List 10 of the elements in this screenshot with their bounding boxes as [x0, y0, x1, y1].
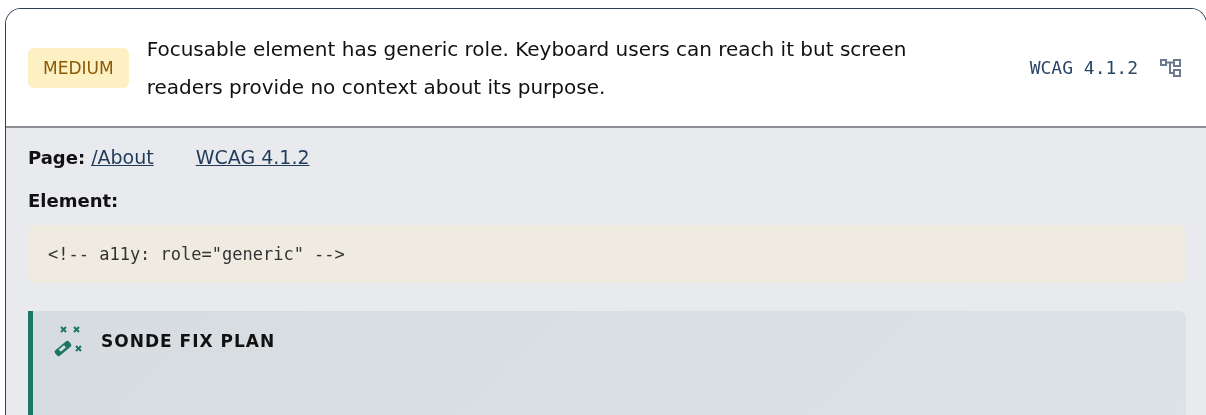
hierarchy-icon[interactable]: [1160, 56, 1182, 79]
criterion-link[interactable]: WCAG 4.1.2: [195, 146, 310, 168]
page-link[interactable]: /About: [91, 146, 154, 168]
element-label: Element:: [28, 190, 120, 211]
criterion-label: WCAG 4.1.2: [1029, 57, 1138, 78]
severity-badge: MEDIUM: [28, 47, 129, 88]
fix-plan-title: SONDE FIX PLAN: [101, 331, 276, 351]
code-block: <!-- a11y: role="generic" -->: [28, 225, 1186, 283]
page-label: Page:: [28, 147, 86, 168]
issue-message: Focusable element has generic role. Keyboard users can reach it but screen readers provide no context about its purpose.: [146, 35, 908, 101]
